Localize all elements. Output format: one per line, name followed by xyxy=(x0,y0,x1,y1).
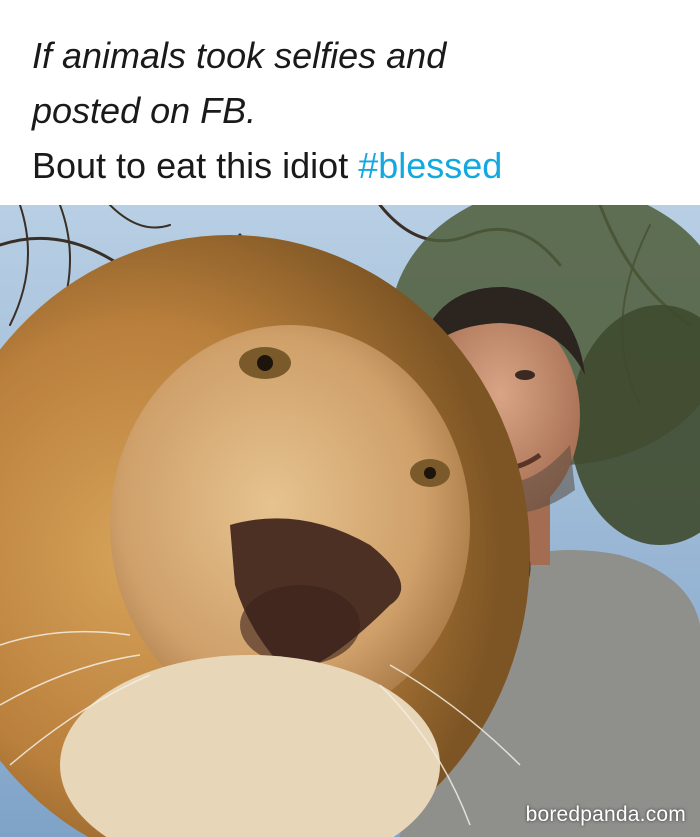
man-eye-right xyxy=(515,370,535,380)
lion-pupil-left xyxy=(257,355,273,371)
caption-line-1: If animals took selfies and xyxy=(32,35,447,76)
caption-text: Bout to eat this idiot xyxy=(32,145,359,186)
selfie-photo: boredpanda.com xyxy=(0,205,700,837)
watermark: boredpanda.com xyxy=(525,803,686,826)
lion-nostril xyxy=(240,585,360,665)
hashtag-blessed: #blessed xyxy=(358,145,503,186)
caption-line-3: Bout to eat this idiot #blessed xyxy=(32,138,700,193)
caption: If animals took selfies and posted on FB… xyxy=(0,0,700,205)
caption-line-2: posted on FB. xyxy=(32,90,257,131)
photo-illustration xyxy=(0,205,700,837)
lion-pupil-right xyxy=(424,467,436,479)
